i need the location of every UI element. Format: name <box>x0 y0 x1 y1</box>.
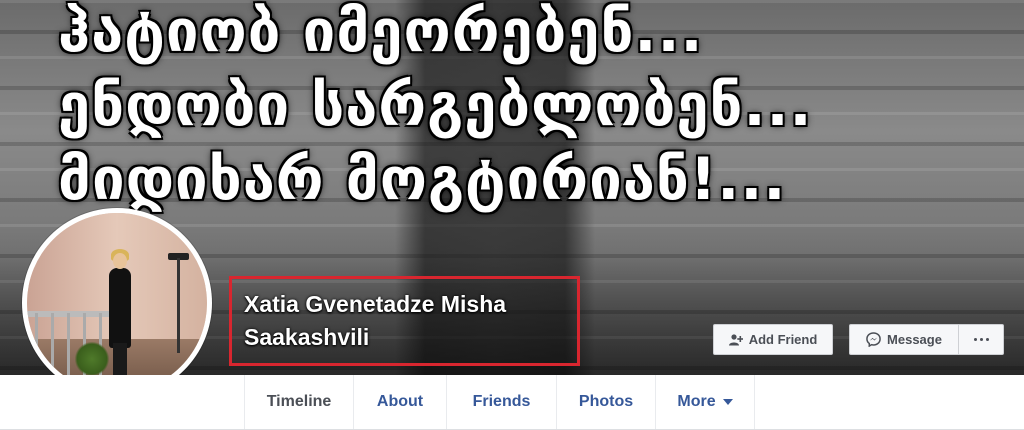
tab-about-label: About <box>376 393 424 410</box>
more-actions-button[interactable] <box>958 324 1004 355</box>
profile-picture[interactable] <box>22 208 212 398</box>
tab-more[interactable]: More <box>655 375 755 429</box>
photo-lamp-pole <box>177 258 180 353</box>
tab-friends[interactable]: Friends <box>446 375 556 429</box>
profile-picture-image <box>27 213 207 393</box>
ellipsis-dot <box>985 338 989 341</box>
messenger-icon <box>866 332 881 347</box>
tab-photos[interactable]: Photos <box>556 375 655 429</box>
tab-timeline[interactable]: Timeline <box>244 375 353 429</box>
nav-spacer <box>0 375 244 429</box>
cover-caption-line-1: ჰატიობ იმეორებენ... <box>58 0 704 65</box>
profile-name-highlight: Xatia Gvenetadze Misha Saakashvili <box>229 276 580 366</box>
tab-friends-label: Friends <box>472 393 531 410</box>
tab-photos-label: Photos <box>578 393 634 410</box>
tab-more-label: More <box>677 393 716 410</box>
profile-nav-bar: Timeline About Friends Photos More <box>0 375 1024 430</box>
photo-person-legs <box>113 343 127 377</box>
message-button[interactable]: Message <box>849 324 959 355</box>
photo-plant <box>75 341 109 377</box>
photo-railing-bar <box>35 313 38 383</box>
photo-person-head <box>113 253 127 269</box>
tab-about[interactable]: About <box>353 375 446 429</box>
cover-caption: ჰატიობ იმეორებენ... ენდობი სარგებლობენ..… <box>58 0 1018 216</box>
ellipsis-icon <box>973 338 989 341</box>
cover-caption-line-2: ენდობი სარგებლობენ... <box>58 71 813 139</box>
profile-page: ჰატიობ იმეორებენ... ენდობი სარგებლობენ..… <box>0 0 1024 430</box>
ellipsis-dot <box>973 338 977 341</box>
cover-caption-line-3: მიდიხარ მოგტირიან!... <box>58 145 787 213</box>
photo-person-body <box>109 268 131 348</box>
caret-down-icon <box>722 399 733 405</box>
ellipsis-dot <box>979 338 983 341</box>
message-label: Message <box>887 332 942 347</box>
profile-name-line-2[interactable]: Saakashvili <box>244 321 565 354</box>
photo-railing-bar <box>51 313 54 383</box>
profile-tabs: Timeline About Friends Photos More <box>244 375 755 429</box>
photo-railing <box>27 311 117 317</box>
tab-timeline-label: Timeline <box>266 393 332 410</box>
profile-name-line-1[interactable]: Xatia Gvenetadze Misha <box>244 288 565 321</box>
add-friend-button[interactable]: Add Friend <box>713 324 833 355</box>
photo-railing-bar <box>67 313 70 383</box>
add-friend-label: Add Friend <box>748 332 818 347</box>
add-person-icon <box>728 333 743 346</box>
